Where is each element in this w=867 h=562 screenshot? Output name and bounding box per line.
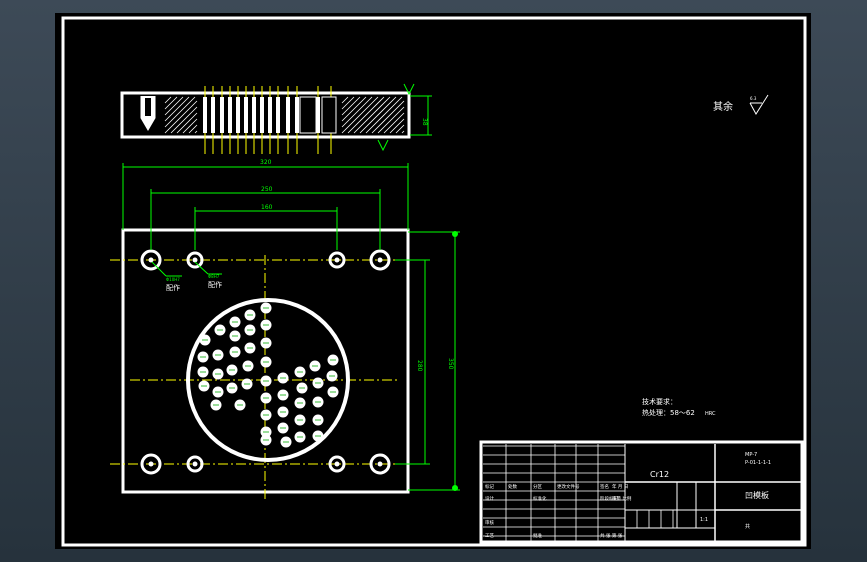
tb-cell-text: 重量 比例 [612, 495, 632, 502]
countersink-core [145, 98, 151, 116]
section-hole-wall [244, 97, 248, 133]
section-hole-wall [211, 97, 215, 133]
tb-cell-text: 标准化 [533, 495, 547, 502]
tb-cell-text: 分区 [533, 483, 542, 490]
section-cavity [299, 96, 317, 134]
dim-280-text: 280 [416, 360, 423, 372]
hole-note-2-label: 配作 [208, 280, 222, 289]
section-hole-wall [268, 97, 272, 133]
tb-scale: 1:1 [700, 517, 708, 523]
tb-part-name: 凹模板 [745, 490, 769, 500]
section-hole-wall [220, 97, 224, 133]
hole-note-2-size: Φ8H7 [208, 274, 220, 279]
section-cavity [321, 96, 337, 134]
mounting-hole-center [148, 461, 154, 467]
section-hole-wall [236, 97, 240, 133]
surface-note-label: 其余 [713, 100, 733, 113]
tb-code: MP-7 [745, 452, 757, 458]
tech-title: 技术要求： [642, 397, 677, 406]
tb-cell-text: 标记 [485, 483, 494, 490]
cad-drawing: 38 320 250 160 280 350 Φ10H7 配作 Φ8H7 配作 … [55, 13, 811, 549]
section-hole-wall [228, 97, 232, 133]
mounting-hole-center [377, 461, 383, 467]
tb-cell-text: 审核 [485, 519, 494, 526]
tb-cell-text: 签名 [600, 483, 609, 490]
tb-cell-text: 批准 [533, 532, 542, 539]
section-hole-wall [203, 97, 207, 133]
section-hole-wall [252, 97, 256, 133]
dim-320-text: 320 [260, 159, 272, 166]
mounting-hole-center [377, 257, 383, 263]
section-hole-wall [295, 97, 299, 133]
tb-cell-text: 更改文件号 [557, 483, 580, 490]
dim-250-text: 250 [261, 186, 273, 193]
tb-cell-text: 工艺 [485, 533, 494, 539]
dim-thickness-text: 38 [421, 118, 428, 126]
mounting-hole-center [334, 257, 340, 263]
tech-unit: HRC [705, 411, 716, 417]
surface-note-roughness: 6.3 [750, 96, 757, 101]
mounting-hole-center [192, 461, 198, 467]
tb-cell-text: 设计 [485, 495, 494, 502]
dim-350-text: 350 [447, 358, 454, 370]
section-hole-wall [260, 97, 264, 133]
tb-drawing-no: P-01-1-1-1 [745, 460, 771, 466]
mounting-hole-center [334, 461, 340, 467]
mounting-hole-center [192, 257, 198, 263]
tb-material: Cr12 [650, 470, 669, 479]
tb-cell-text: 共 张 第 张 [600, 532, 623, 539]
tb-cell-text: 年 月 日 [612, 483, 628, 490]
hole-note-1-size: Φ10H7 [166, 277, 180, 282]
tb-sheet: 共 [745, 523, 750, 530]
dim-350-arrow-b [452, 485, 458, 491]
tech-heat-treatment: 热处理：58～62 [642, 408, 695, 417]
mounting-hole-center [148, 257, 154, 263]
section-hole-wall [276, 97, 280, 133]
tb-cell-text: 处数 [508, 483, 517, 490]
hole-note-1-label: 配作 [166, 283, 180, 292]
section-hole-wall [286, 97, 290, 133]
dim-160-text: 160 [261, 204, 273, 211]
dim-350-arrow-t [452, 231, 458, 237]
section-hole-wall [316, 97, 320, 133]
